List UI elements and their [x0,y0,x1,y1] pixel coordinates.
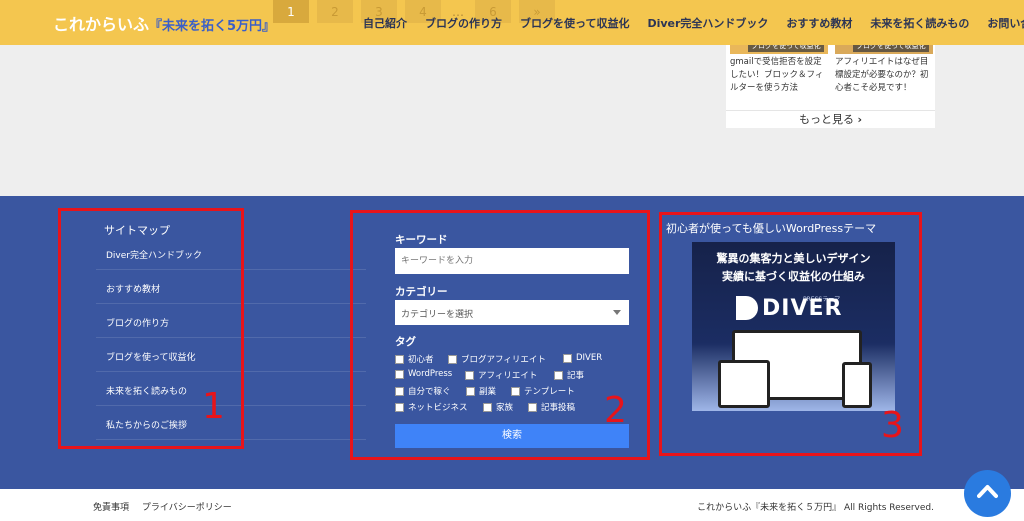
disclaimer-link[interactable]: 免責事項 [93,503,129,513]
nav-item-diver-handbook[interactable]: Diver完全ハンドブック [647,15,768,31]
copyright: これからいふ『未来を拓く５万円』 All Rights Reserved. [697,503,934,513]
main-nav: 自己紹介 ブログの作り方 ブログを使って収益化 Diver完全ハンドブック おす… [363,15,1024,31]
logo-subtitle: 『未来を拓く5万円』 [149,19,276,34]
page-2[interactable]: 2 [317,0,353,23]
more-label: もっと見る [798,113,854,126]
more-link[interactable]: もっと見る › [726,110,935,128]
logo-text: これからいふ [53,15,150,34]
nav-item-about[interactable]: 自己紹介 [363,15,407,31]
chevron-right-icon: › [857,113,863,126]
nav-item-recommended[interactable]: おすすめ教材 [786,15,852,31]
chevron-up-icon [977,485,998,498]
footer-widgets: サイトマップ Diver完全ハンドブック おすすめ教材 ブログの作り方 ブログを… [0,196,1024,489]
footer-links: 免責事項 プライバシーポリシー [93,500,242,513]
post-title[interactable]: gmailで受信拒否を設定したい！ブロック＆フィルターを使う方法 [730,54,828,95]
annotation-number-3: 3 [881,405,904,446]
nav-item-monetize[interactable]: ブログを使って収益化 [520,15,629,31]
privacy-policy-link[interactable]: プライバシーポリシー [142,503,232,513]
post-title[interactable]: アフィリエイトはなぜ目標設定が必要なのか？初心者こそ必見です！ [835,54,933,95]
nav-item-blog-howto[interactable]: ブログの作り方 [425,15,502,31]
site-header: これからいふ『未来を拓く5万円』 1 2 3 4 … 6 » 自己紹介 ブログの… [0,0,1024,45]
nav-item-contact[interactable]: お問い合わせ [987,15,1024,31]
site-logo[interactable]: これからいふ『未来を拓く5万円』 [53,11,275,35]
nav-item-readings[interactable]: 未来を拓く読みもの [870,15,969,31]
page-1[interactable]: 1 [273,0,309,23]
footer-bottom: 免責事項 プライバシーポリシー これからいふ『未来を拓く５万円』 All Rig… [0,489,1024,521]
annotation-number-1: 1 [202,386,225,427]
back-to-top-button[interactable] [964,470,1011,517]
annotation-number-2: 2 [604,390,627,431]
